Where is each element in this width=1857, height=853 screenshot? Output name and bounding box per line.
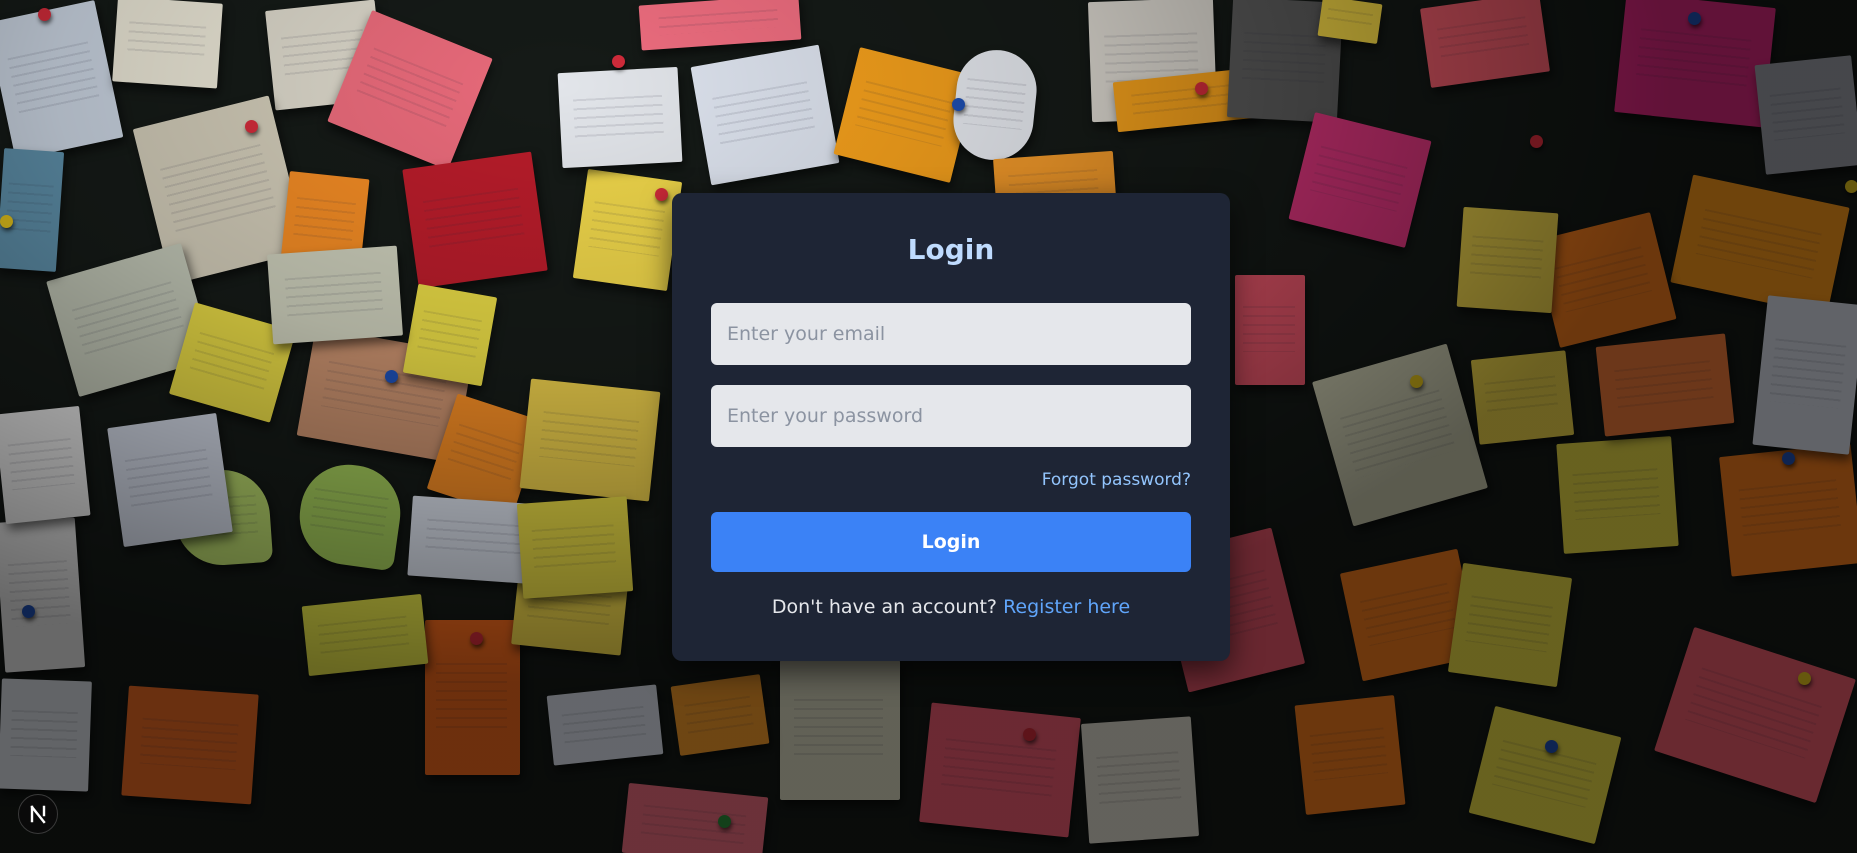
sticky-note [780,660,900,800]
sticky-note [0,0,124,160]
sticky-note [1595,333,1735,437]
register-prompt-text: Don't have an account? [771,596,998,618]
sticky-note [1080,716,1200,844]
sticky-note [301,593,429,677]
sticky-note [919,702,1081,838]
sticky-note [1556,436,1679,554]
sticky-note [1447,562,1573,688]
sticky-note [112,0,223,89]
pushpin [718,815,731,828]
pushpin [470,632,483,645]
pushpin [1845,180,1857,193]
sticky-note [1420,0,1550,88]
login-card: Login Forgot password? Login Don't have … [672,193,1230,661]
sticky-note [557,66,683,169]
pushpin [38,8,51,21]
sticky-note [1670,174,1850,316]
forgot-password-link[interactable]: Forgot password? [1042,470,1191,490]
pushpin [612,55,625,68]
password-input[interactable] [711,385,1191,447]
login-title: Login [907,233,995,266]
pushpin [952,98,965,111]
sticky-note [1470,350,1575,445]
sticky-note [1235,275,1305,385]
sticky-note [1468,705,1622,845]
sticky-note [621,782,769,853]
register-prompt-line: Don't have an account? Register here [672,596,1230,618]
sticky-note [1754,55,1857,175]
pushpin [0,215,13,228]
sticky-note [0,148,65,272]
sticky-note [1312,343,1488,527]
register-link[interactable]: Register here [1003,596,1130,618]
sticky-note [0,678,92,792]
pushpin [1023,728,1036,741]
sticky-note [690,44,840,186]
sticky-note [516,496,634,599]
pushpin [1688,12,1701,25]
sticky-note [0,405,91,525]
sticky-note [402,283,498,387]
sticky-note [670,674,770,756]
sticky-note [1294,695,1406,815]
pushpin [1545,740,1558,753]
sticky-note [267,245,403,345]
pushpin [1782,452,1795,465]
nextjs-logo-icon [30,805,46,824]
pushpin [245,120,258,133]
sticky-note [572,168,683,292]
nextjs-dev-indicator-button[interactable] [18,794,58,834]
sticky-note [519,378,661,502]
sticky-note [1456,206,1559,314]
sticky-note [1752,295,1857,455]
pushpin [1410,375,1423,388]
email-input[interactable] [711,303,1191,365]
login-button[interactable]: Login [711,512,1191,572]
pushpin [1530,135,1543,148]
pushpin [22,605,35,618]
pushpin [1195,82,1208,95]
sticky-note [0,517,86,673]
sticky-note [1654,626,1856,804]
sticky-note [402,151,548,289]
pushpin [655,188,668,201]
sticky-note [638,0,802,51]
sticky-note [121,685,259,805]
pushpin [1798,672,1811,685]
sticky-note [107,412,233,548]
sticky-note [293,458,407,572]
sticky-note [1288,112,1432,248]
sticky-note [546,684,664,766]
pushpin [385,370,398,383]
